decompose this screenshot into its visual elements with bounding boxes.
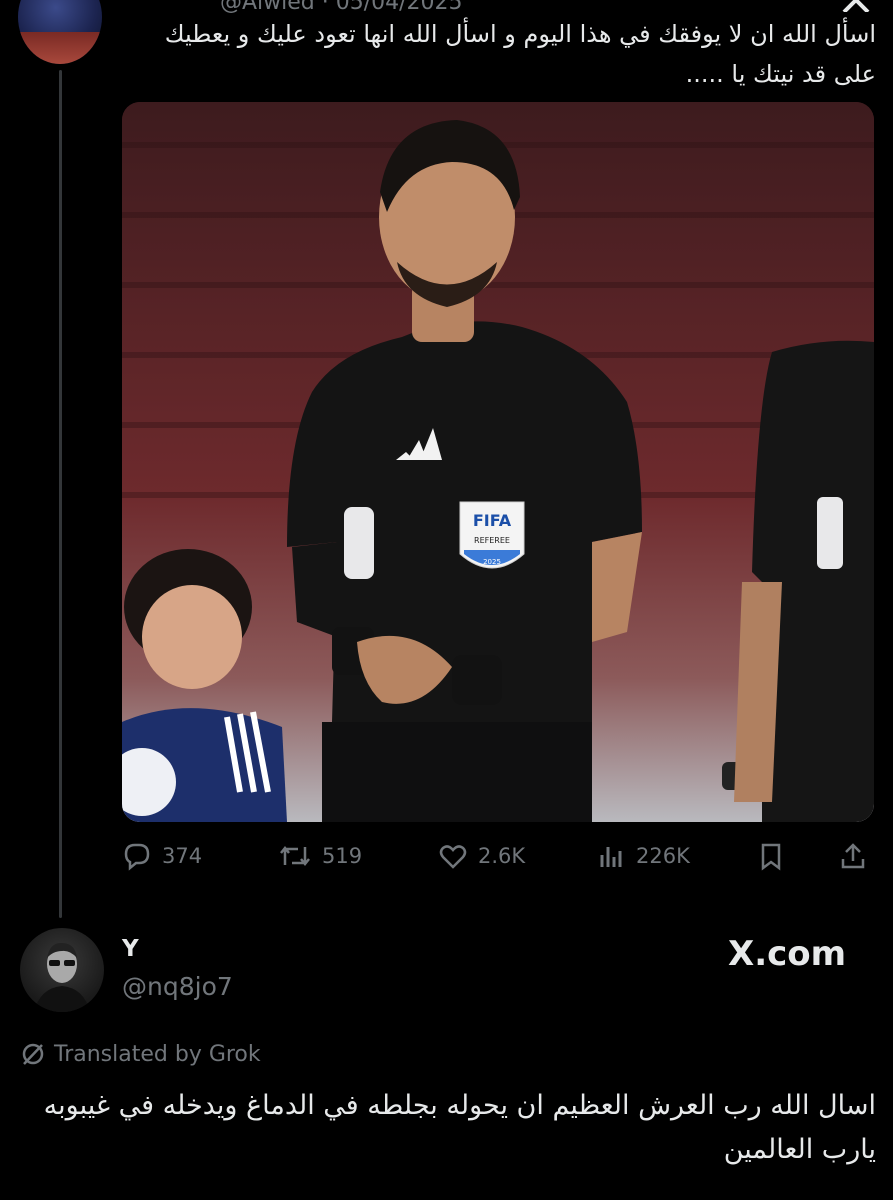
- heart-icon: [439, 845, 467, 869]
- reply-author-handle[interactable]: @nq8jo7: [122, 972, 233, 1001]
- referee-photo-illustration: FIFA REFEREE 2025: [122, 102, 874, 822]
- repost-icon: [280, 845, 310, 867]
- like-action[interactable]: 2.6K: [438, 838, 525, 874]
- reply-count: 374: [162, 844, 203, 868]
- reply-text: اسال الله رب العرش العظيم ان يحوله بجلطه…: [43, 1090, 876, 1165]
- share-action[interactable]: [838, 838, 868, 874]
- bookmark-action[interactable]: [756, 838, 786, 874]
- fifa-badge-text: FIFA: [473, 511, 512, 530]
- x-logo-icon: [842, 0, 870, 12]
- reply-icon: [124, 843, 150, 871]
- views-action[interactable]: 226K: [596, 838, 690, 874]
- translated-by-text: Translated by Grok: [54, 1041, 261, 1067]
- tweet-meta: @Alwied · 05/04/2025: [220, 0, 463, 15]
- translated-label[interactable]: Translated by Grok: [20, 1041, 261, 1067]
- reply-author-name[interactable]: Y: [122, 936, 139, 962]
- reply-action[interactable]: 374: [122, 838, 202, 874]
- referee-badge-text: REFEREE: [474, 536, 510, 545]
- tweet-text: اسأل الله ان لا يوفقك في هذا اليوم و اسأ…: [164, 20, 876, 88]
- repost-count: 519: [322, 844, 363, 868]
- views-count: 226K: [636, 844, 690, 868]
- share-icon: [841, 843, 865, 869]
- reply-avatar[interactable]: [20, 928, 104, 1012]
- badge-year-text: 2025: [483, 558, 501, 566]
- like-count: 2.6K: [478, 844, 526, 868]
- tweet-photo[interactable]: FIFA REFEREE 2025: [122, 102, 874, 822]
- author-avatar[interactable]: [18, 0, 102, 64]
- views-icon: [600, 847, 622, 867]
- repost-action[interactable]: 519: [278, 838, 362, 874]
- grok-icon: [22, 1043, 44, 1065]
- bookmark-icon: [761, 843, 781, 871]
- thread-line: [59, 70, 62, 918]
- x-com-brand: X.com: [728, 934, 847, 974]
